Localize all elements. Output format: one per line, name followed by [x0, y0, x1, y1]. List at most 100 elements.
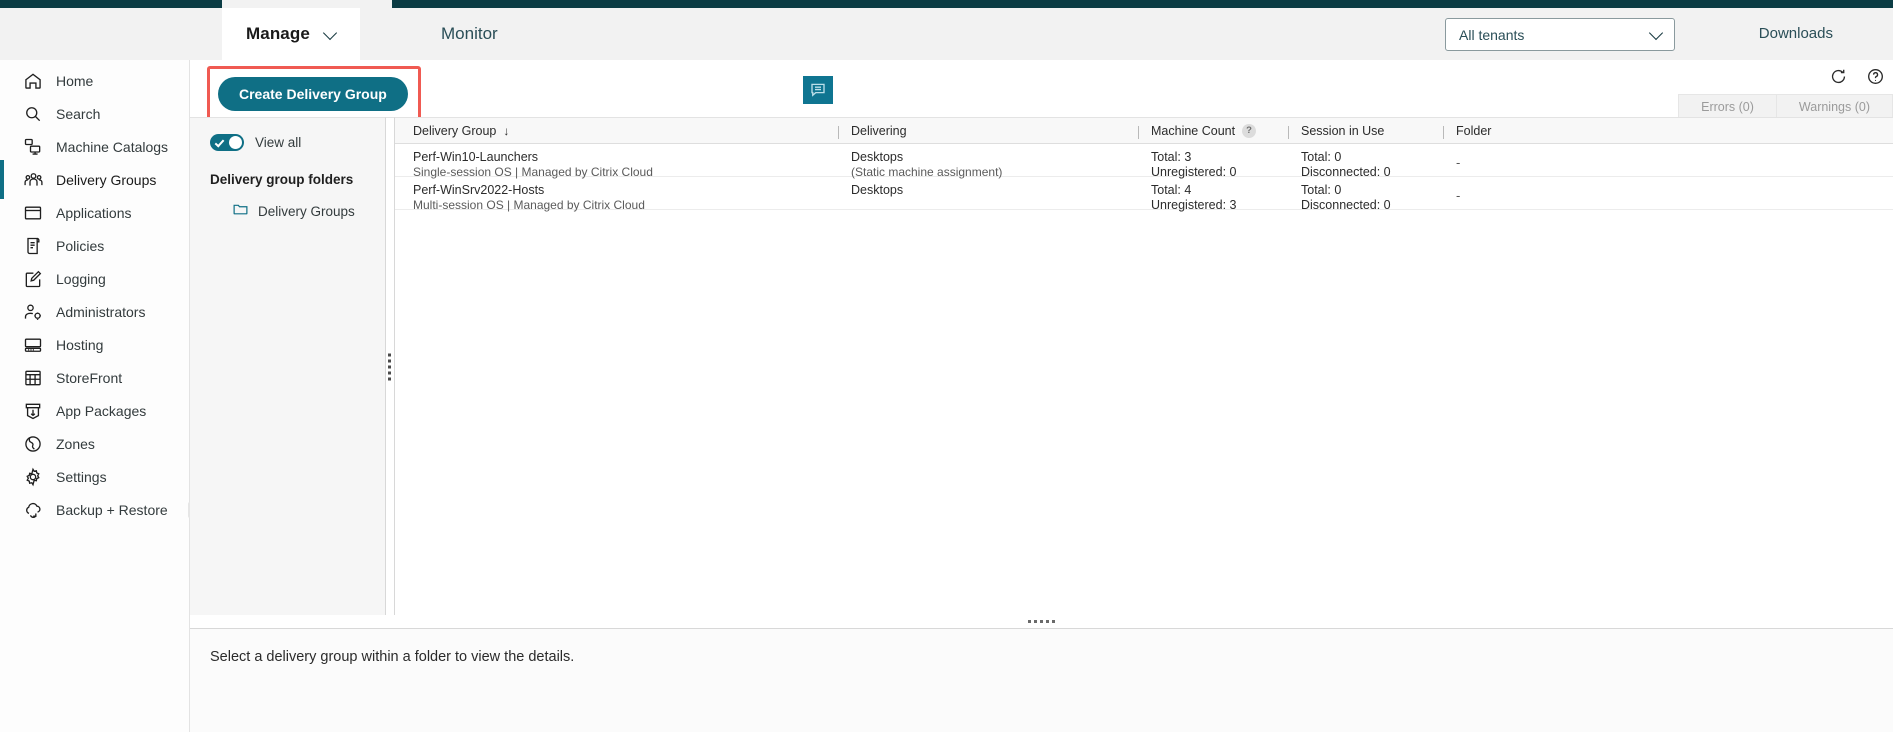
logging-icon: [22, 268, 44, 290]
session-total: Total: 0: [1301, 183, 1342, 197]
sidebar-item-logging[interactable]: Logging: [0, 262, 189, 295]
policies-icon: [22, 235, 44, 257]
machine-total: Total: 4: [1151, 183, 1192, 197]
delivering-value: Desktops: [851, 150, 904, 164]
sidebar-item-label: Home: [56, 72, 94, 89]
hosting-icon: [22, 334, 44, 356]
sidebar-item-backup-restore[interactable]: Backup + Restore Preview: [0, 493, 238, 526]
session-total: Total: 0: [1301, 150, 1342, 164]
toolbar-icon-row: [1829, 60, 1893, 92]
app-packages-icon: [22, 400, 44, 422]
sidebar-item-label: Administrators: [56, 303, 146, 320]
sidebar-item-search[interactable]: Search: [0, 97, 189, 130]
create-delivery-group-highlight: Create Delivery Group: [207, 66, 421, 123]
folders-title: Delivery group folders: [210, 172, 354, 187]
delivery-group-name: Perf-WinSrv2022-Hosts: [413, 183, 545, 197]
view-all-label: View all: [255, 135, 302, 150]
global-header: Manage Monitor All tenants Downloads: [0, 8, 1893, 60]
tenant-select[interactable]: All tenants: [1445, 18, 1675, 51]
sidebar-item-hosting[interactable]: Hosting: [0, 328, 189, 361]
settings-gear-icon: [22, 466, 44, 488]
help-circle-icon[interactable]: ?: [1242, 123, 1257, 138]
folder-label: Delivery Groups: [258, 203, 355, 219]
table-header-row: Delivery Group ↓ Delivering Machine Coun…: [395, 118, 1893, 144]
horizontal-splitter[interactable]: [190, 615, 1893, 629]
delivering-subtitle: (Static machine assignment): [851, 165, 1003, 179]
sidebar-item-home[interactable]: Home: [0, 64, 189, 97]
sidebar-item-delivery-groups[interactable]: Delivery Groups: [0, 160, 189, 199]
column-label: Machine Count: [1151, 123, 1236, 138]
sidebar-item-label: Search: [56, 105, 101, 122]
tab-manage-label: Manage: [246, 24, 310, 43]
view-all-row[interactable]: View all: [210, 134, 385, 151]
sidebar-item-label: StoreFront: [56, 369, 123, 386]
sidebar-item-label: Zones: [56, 435, 95, 452]
top-accent-gap: [222, 0, 392, 8]
downloads-link[interactable]: Downloads: [1759, 25, 1833, 42]
sidebar-item-label: App Packages: [56, 402, 147, 419]
help-icon[interactable]: [1866, 67, 1885, 86]
sidebar-item-applications[interactable]: Applications: [0, 196, 189, 229]
sidebar-item-administrators[interactable]: Administrators: [0, 295, 189, 328]
delivery-group-subtitle: Multi-session OS | Managed by Citrix Clo…: [413, 198, 645, 212]
view-all-toggle[interactable]: [210, 134, 244, 151]
split-area: View all Delivery group folders Delivery…: [190, 117, 1893, 615]
sidebar-item-storefront[interactable]: StoreFront: [0, 361, 189, 394]
column-header-delivering[interactable]: Delivering: [838, 123, 1151, 139]
delivery-group-subtitle: Single-session OS | Managed by Citrix Cl…: [413, 165, 653, 179]
chevron-down-icon: [1650, 28, 1663, 41]
sidebar-item-label: Settings: [56, 468, 107, 485]
delivery-groups-icon: [22, 169, 44, 191]
column-label: Delivering: [851, 123, 907, 138]
table-row[interactable]: Perf-WinSrv2022-Hosts Multi-session OS |…: [395, 177, 1893, 212]
tab-monitor[interactable]: Monitor: [425, 8, 514, 60]
sidebar-item-app-packages[interactable]: App Packages: [0, 394, 189, 427]
column-header-delivery-group[interactable]: Delivery Group ↓: [413, 124, 851, 138]
cell-delivering: Desktops (Static machine assignment): [851, 150, 1151, 179]
session-disconnected: Disconnected: 0: [1301, 198, 1391, 212]
cell-delivery-group: Perf-WinSrv2022-Hosts Multi-session OS |…: [413, 183, 851, 212]
tenant-select-value: All tenants: [1459, 26, 1525, 43]
create-delivery-group-button[interactable]: Create Delivery Group: [218, 77, 408, 111]
folders-panel: View all Delivery group folders Delivery…: [190, 117, 386, 615]
sort-descending-icon: ↓: [503, 123, 510, 138]
machine-unregistered: Unregistered: 0: [1151, 165, 1237, 179]
folder-tree-item[interactable]: Delivery Groups: [232, 200, 385, 222]
table-row[interactable]: Perf-Win10-Launchers Single-session OS |…: [395, 144, 1893, 179]
session-disconnected: Disconnected: 0: [1301, 165, 1391, 179]
refresh-icon[interactable]: [1829, 67, 1848, 86]
details-empty-message: Select a delivery group within a folder …: [210, 649, 575, 665]
sidebar-item-zones[interactable]: Zones: [0, 427, 189, 460]
sidebar-item-label: Hosting: [56, 336, 104, 353]
sidebar-item-settings[interactable]: Settings: [0, 460, 189, 493]
sidebar-item-label: Policies: [56, 237, 105, 254]
column-header-folder[interactable]: Folder: [1443, 124, 1576, 139]
machine-unregistered: Unregistered: 3: [1151, 198, 1237, 212]
splitter-grip: [1028, 620, 1055, 623]
column-label: Session in Use: [1301, 123, 1385, 138]
applications-icon: [22, 202, 44, 224]
folder-icon: [232, 200, 249, 222]
zones-icon: [22, 433, 44, 455]
sidebar-item-machine-catalogs[interactable]: Machine Catalogs: [0, 130, 189, 163]
vertical-splitter[interactable]: [386, 117, 395, 615]
toggle-knob: [229, 136, 242, 149]
tab-manage[interactable]: Manage: [222, 8, 360, 60]
column-divider: [838, 125, 839, 139]
tab-monitor-label: Monitor: [441, 24, 498, 43]
cell-machine-count: Total: 4 Unregistered: 3: [1151, 183, 1301, 212]
sidebar-item-policies[interactable]: Policies: [0, 229, 189, 262]
details-panel: Select a delivery group within a folder …: [190, 629, 1893, 732]
search-icon: [22, 103, 44, 125]
chevron-down-icon: [324, 27, 338, 41]
column-header-session-in-use[interactable]: Session in Use: [1288, 123, 1456, 139]
delivering-value: Desktops: [851, 183, 904, 197]
column-header-machine-count[interactable]: Machine Count ?: [1138, 123, 1301, 139]
main-content: Create Delivery Group Errors (0) Warning…: [190, 60, 1893, 732]
column-divider: [1138, 125, 1139, 139]
administrators-icon: [22, 301, 44, 323]
cell-machine-count: Total: 3 Unregistered: 0: [1151, 150, 1301, 179]
feedback-icon[interactable]: [803, 76, 833, 104]
delivery-groups-table: Delivery Group ↓ Delivering Machine Coun…: [395, 117, 1893, 615]
sidebar-item-label: Applications: [56, 204, 132, 221]
